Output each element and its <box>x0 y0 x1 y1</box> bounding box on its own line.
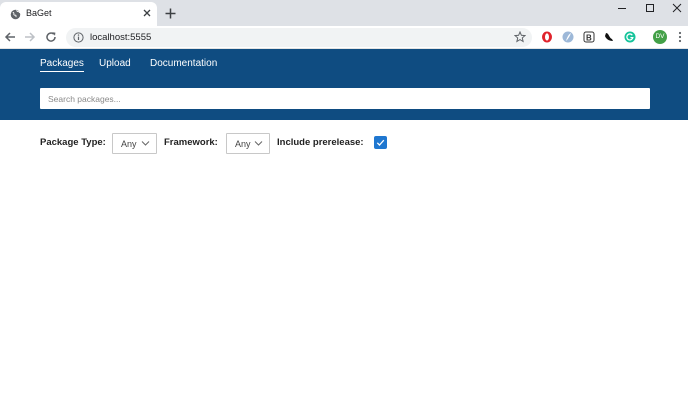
new-tab-icon[interactable] <box>165 8 176 19</box>
more-menu-icon[interactable] <box>677 31 683 43</box>
close-window-icon[interactable] <box>671 2 683 14</box>
checkmark-icon <box>376 139 385 146</box>
reload-icon[interactable] <box>45 31 57 43</box>
forward-icon[interactable] <box>24 31 36 43</box>
grammarly-extension-icon[interactable] <box>624 31 636 43</box>
prerelease-label: Include prerelease: <box>277 137 364 148</box>
back-icon[interactable] <box>4 31 16 43</box>
search-input[interactable] <box>40 88 650 109</box>
close-tab-icon[interactable] <box>142 8 152 18</box>
framework-value: Any <box>235 139 251 149</box>
package-type-select[interactable]: Any <box>112 133 157 154</box>
nav-packages[interactable]: Packages <box>40 58 84 72</box>
framework-label: Framework: <box>164 137 218 148</box>
hook-extension-icon[interactable] <box>603 31 615 43</box>
site-header: Packages Upload Documentation <box>0 49 688 120</box>
framework-select[interactable]: Any <box>226 133 270 154</box>
minimize-icon[interactable] <box>616 2 628 14</box>
svg-text:B: B <box>586 34 592 43</box>
info-icon[interactable] <box>73 32 84 43</box>
address-bar[interactable]: localhost:5555 <box>66 28 532 47</box>
bookmark-star-icon[interactable] <box>514 31 526 43</box>
tab-title: BaGet <box>26 8 52 18</box>
browser-tabstrip: BaGet <box>0 0 688 26</box>
chevron-down-icon <box>141 141 150 146</box>
package-type-label: Package Type: <box>40 137 106 148</box>
opera-extension-icon[interactable] <box>541 31 553 43</box>
nav-upload[interactable]: Upload <box>99 58 131 69</box>
nav-documentation[interactable]: Documentation <box>150 58 217 69</box>
maximize-icon[interactable] <box>644 2 656 14</box>
chevron-down-icon <box>254 141 263 146</box>
profile-avatar[interactable]: DV <box>653 30 667 44</box>
url-text: localhost:5555 <box>90 32 152 43</box>
package-type-value: Any <box>121 139 137 149</box>
feather-extension-icon[interactable] <box>562 31 574 43</box>
browser-tab[interactable]: BaGet <box>0 2 157 26</box>
globe-icon <box>10 9 21 20</box>
b-extension-icon[interactable]: B <box>583 31 595 43</box>
prerelease-checkbox[interactable] <box>374 136 387 149</box>
